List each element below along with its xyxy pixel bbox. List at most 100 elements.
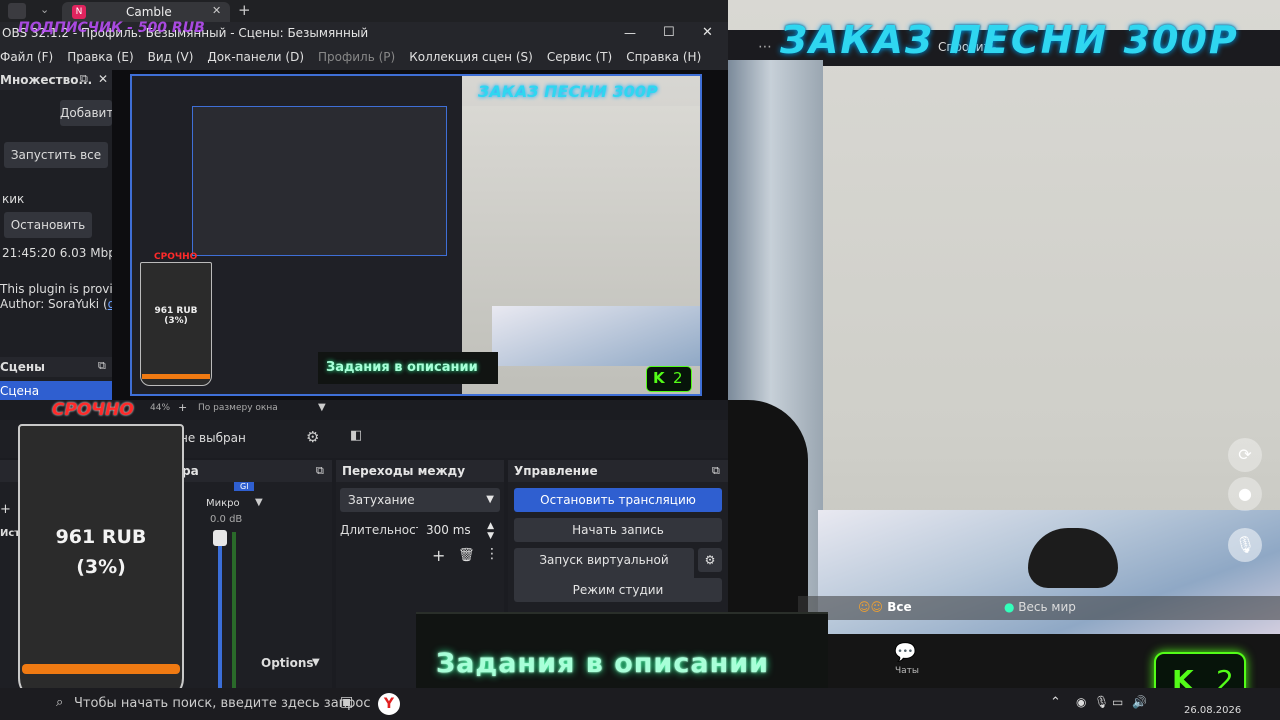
goal-amount: 961 RUB bbox=[55, 526, 147, 548]
virtual-camera-settings-icon[interactable]: ⚙ bbox=[698, 548, 722, 572]
song-request-banner: ЗАКАЗ ПЕСНИ 300Р bbox=[780, 18, 1239, 62]
chevron-down-icon: ▼ bbox=[486, 494, 494, 505]
stop-target-button[interactable]: Остановить bbox=[4, 212, 92, 238]
float-icon[interactable]: ⧉ bbox=[316, 460, 324, 482]
dot-icon[interactable]: ● bbox=[1228, 477, 1262, 511]
multistream-dock: Множество... ⧉ ✕ Добавит Запустить все к… bbox=[0, 70, 143, 401]
maximize-icon[interactable]: ☐ bbox=[663, 22, 675, 44]
search-icon[interactable]: ⌕ bbox=[56, 695, 63, 710]
task-view-icon[interactable]: ▣ bbox=[340, 694, 353, 710]
tray-chevron-icon[interactable]: ⌃ bbox=[1050, 695, 1061, 710]
mixer-channel-tab[interactable]: Gl bbox=[234, 482, 255, 491]
chat-bubble-icon[interactable]: 💬 bbox=[894, 642, 916, 663]
tab-close-icon[interactable]: ✕ bbox=[212, 4, 221, 17]
more-icon[interactable]: ⋯ bbox=[758, 39, 772, 55]
float-icon[interactable]: ⧉ bbox=[712, 460, 720, 482]
preview-kick-badge: K2 bbox=[646, 366, 692, 392]
preview-tasks-overlay: Задания в описании bbox=[318, 352, 498, 384]
windows-taskbar: ⌕ Чтобы начать поиск, введите здесь запр… bbox=[0, 688, 1280, 720]
start-record-button[interactable]: Начать запись bbox=[514, 518, 722, 542]
browser-tab[interactable]: N Camble ✕ bbox=[62, 2, 230, 22]
scene-item-label: Сцена bbox=[0, 384, 40, 398]
channel-menu-icon[interactable]: ▼ bbox=[255, 497, 263, 508]
close-icon[interactable]: ✕ bbox=[702, 22, 713, 44]
stepper-down-icon[interactable]: ▼ bbox=[487, 524, 494, 548]
subscriber-ticker: ПОДПИСЧИК - 500 RUB bbox=[18, 20, 205, 36]
menu-tools[interactable]: Сервис (T) bbox=[540, 44, 619, 70]
duration-input[interactable]: 300 ms ▲ ▼ bbox=[418, 518, 500, 542]
network-icon[interactable]: ◉ bbox=[1076, 695, 1086, 709]
menu-scene-collection[interactable]: Коллекция сцен (S) bbox=[402, 44, 540, 70]
multistream-title: Множество... bbox=[0, 73, 93, 87]
multistream-header: Множество... ⧉ ✕ bbox=[0, 70, 112, 90]
fit-chevron-icon[interactable]: ▼ bbox=[318, 402, 326, 413]
globe-icon: ● bbox=[1004, 600, 1019, 614]
menu-edit[interactable]: Правка (E) bbox=[60, 44, 140, 70]
mixer-channel-name: Микро bbox=[206, 498, 240, 509]
filter-all[interactable]: ☺☺ Все bbox=[858, 600, 912, 614]
fit-select[interactable]: По размеру окна bbox=[198, 403, 278, 413]
menu-help[interactable]: Справка (H) bbox=[619, 44, 708, 70]
target-name: кик bbox=[2, 192, 25, 206]
browser-tabbar: ⌄ N Camble ✕ + bbox=[0, 0, 728, 22]
zoom-level: 44% bbox=[150, 403, 171, 413]
more-vertical-icon[interactable]: ⋮ bbox=[485, 546, 499, 562]
add-target-button[interactable]: Добавит bbox=[60, 100, 113, 126]
studio-mode-button[interactable]: Режим студии bbox=[514, 578, 722, 602]
new-tab-icon[interactable]: + bbox=[238, 1, 251, 19]
scene-item[interactable]: Сцена bbox=[0, 381, 112, 401]
volume-icon[interactable]: 🔊 bbox=[1132, 695, 1147, 709]
add-icon[interactable]: + bbox=[0, 502, 11, 517]
volume-meter bbox=[232, 532, 236, 692]
goal-progress-fill bbox=[22, 664, 180, 674]
chats-label: Чаты bbox=[895, 666, 920, 676]
float-icon[interactable]: ⧉ bbox=[98, 359, 106, 373]
volume-slider-track[interactable] bbox=[218, 532, 222, 692]
dock-close-icon[interactable]: ✕ bbox=[98, 72, 108, 86]
controls-title: Управление bbox=[514, 464, 598, 478]
taskbar-search-input[interactable]: Чтобы начать поиск, введите здесь запрос bbox=[74, 696, 371, 711]
filter-world[interactable]: ● Весь мир bbox=[1004, 600, 1076, 614]
scenes-title: Сцены bbox=[0, 360, 45, 374]
start-all-button[interactable]: Запустить все bbox=[4, 142, 108, 168]
preview-banner: ЗАКАЗ ПЕСНИ 300Р bbox=[478, 82, 658, 101]
tray-mic-icon[interactable]: 🎙 bbox=[1094, 695, 1109, 709]
goal-urgent-label: СРОЧНО bbox=[52, 400, 134, 420]
add-transition-icon[interactable]: + bbox=[432, 546, 445, 565]
chat-filter-bar: ☺☺ Все ● Весь мир bbox=[798, 596, 1280, 620]
filters-icon[interactable]: ◧ bbox=[350, 428, 362, 443]
stop-stream-button[interactable]: Остановить трансляцию bbox=[514, 488, 722, 512]
menu-profile[interactable]: Профиль (P) bbox=[311, 44, 402, 70]
kick-logo-icon: K bbox=[653, 369, 665, 387]
preview-goal-widget: 961 RUB (3%) СРОЧНО bbox=[140, 252, 218, 392]
float-icon[interactable]: ⧉ bbox=[80, 72, 88, 86]
menu-view[interactable]: Вид (V) bbox=[141, 44, 201, 70]
gear-icon[interactable]: ⚙ bbox=[306, 428, 319, 446]
goal-percent: (3%) bbox=[76, 556, 126, 578]
volume-slider-handle[interactable] bbox=[213, 530, 227, 546]
transition-type-select[interactable]: Затухание ▼ bbox=[340, 488, 500, 512]
menu-docks[interactable]: Док-панели (D) bbox=[200, 44, 311, 70]
transitions-header: Переходы между сцен... ⧉ bbox=[336, 460, 504, 500]
tab-favicon-icon: N bbox=[72, 5, 86, 19]
tab-title: Camble bbox=[126, 5, 172, 19]
options-chevron-icon[interactable]: ▼ bbox=[312, 657, 320, 668]
minimize-icon[interactable]: — bbox=[624, 22, 636, 44]
trash-icon[interactable]: 🗑 bbox=[458, 548, 475, 563]
zoom-in-icon[interactable]: + bbox=[178, 401, 187, 414]
mic-icon[interactable]: 🎙 bbox=[1228, 528, 1262, 562]
chevron-down-icon[interactable]: ⌄ bbox=[40, 3, 49, 16]
refresh-icon[interactable]: ⟳ bbox=[1228, 438, 1262, 472]
menu-file[interactable]: Файл (F) bbox=[0, 44, 60, 70]
scenes-header: Сцены ⧉ bbox=[0, 357, 112, 377]
menubar: Файл (F) Правка (E) Вид (V) Док-панели (D) П… bbox=[0, 44, 728, 70]
taskbar-date: 26.08.2026 bbox=[1184, 705, 1242, 716]
options-button[interactable]: Options bbox=[261, 656, 314, 670]
donation-goal-widget: 961 RUB (3%) СРОЧНО bbox=[18, 400, 193, 708]
monitor-icon[interactable]: ▭ bbox=[1112, 695, 1123, 709]
yandex-browser-icon[interactable]: Y bbox=[378, 693, 400, 715]
controls-header: Управление ⧉ bbox=[508, 460, 728, 482]
app-icon[interactable] bbox=[8, 3, 26, 19]
duration-label: Длительность bbox=[340, 523, 430, 537]
mixer-db: 0.0 dB bbox=[210, 514, 243, 525]
